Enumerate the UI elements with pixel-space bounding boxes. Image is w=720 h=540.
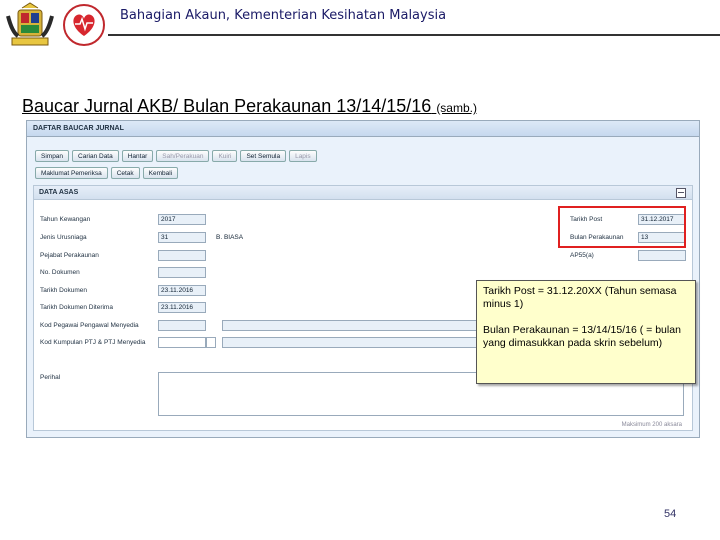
kkm-logo-icon — [63, 4, 105, 46]
kod-pegawai-input[interactable] — [158, 320, 206, 331]
pejabat-perakaunan-label: Pejabat Perakaunan — [40, 252, 99, 259]
pejabat-perakaunan-input[interactable] — [158, 250, 206, 261]
lapis-button[interactable]: Lapis — [289, 150, 317, 162]
ap55-label: AP55(a) — [570, 252, 594, 259]
tahun-kewangan-input[interactable]: 2017 — [158, 214, 206, 225]
app-window: DAFTAR BAUCAR JURNAL Simpan Carian Data … — [26, 120, 700, 438]
kod-pegawai-desc-field — [222, 320, 478, 331]
callout-line-2: Bulan Perakaunan = 13/14/15/16 ( = bulan… — [483, 324, 681, 349]
hantar-button[interactable]: Hantar — [121, 150, 154, 162]
page-number: 54 — [664, 508, 677, 520]
no-dokumen-label: No. Dokumen — [40, 269, 80, 276]
slide-title-main: Baucar Jurnal AKB/ Bulan Perakaunan 13/1… — [22, 96, 432, 116]
kod-kumpulan-desc-field — [222, 337, 478, 348]
section-title: DATA ASAS — [34, 186, 692, 200]
header-divider — [108, 34, 720, 36]
highlight-box — [558, 206, 686, 248]
tarikh-dokumen-label: Tarikh Dokumen — [40, 287, 87, 294]
carian-data-button[interactable]: Carian Data — [72, 150, 119, 162]
toolbar-row-1: Simpan Carian Data Hantar Sah/Perakuan K… — [35, 150, 317, 162]
set-semula-button[interactable]: Set Semula — [240, 150, 287, 162]
callout-note: Tarikh Post = 31.12.20XX (Tahun semasa m… — [476, 280, 696, 384]
kod-kumpulan-input[interactable] — [158, 337, 206, 348]
sah-perakuan-button[interactable]: Sah/Perakuan — [156, 150, 210, 162]
lookup-icon[interactable] — [206, 337, 216, 348]
jenis-urusniaga-label: Jenis Urusniaga — [40, 234, 87, 241]
kod-pegawai-label: Kod Pegawai Pengawal Menyedia — [40, 322, 139, 329]
window-title: DAFTAR BAUCAR JURNAL — [27, 121, 699, 137]
header-title: Bahagian Akaun, Kementerian Kesihatan Ma… — [120, 8, 447, 23]
jenis-urusniaga-input[interactable]: 31 — [158, 232, 206, 243]
tarikh-dokumen-input[interactable]: 23.11.2016 — [158, 285, 206, 296]
simpan-button[interactable]: Simpan — [35, 150, 70, 162]
collapse-icon[interactable] — [676, 188, 686, 198]
perihal-label: Perihal — [40, 374, 61, 381]
tarikh-dokumen-diterima-input[interactable]: 23.11.2016 — [158, 302, 206, 313]
no-dokumen-input[interactable] — [158, 267, 206, 278]
kod-kumpulan-label: Kod Kumpulan PTJ & PTJ Menyedia — [40, 339, 146, 346]
maklumat-pemeriksa-button[interactable]: Maklumat Pemeriksa — [35, 167, 108, 179]
character-counter: Maksimum 200 aksara — [621, 422, 682, 428]
toolbar-row-2: Maklumat Pemeriksa Cetak Kembali — [35, 167, 179, 179]
callout-line-1: Tarikh Post = 31.12.20XX (Tahun semasa m… — [483, 285, 677, 310]
slide-title-suffix: (samb.) — [436, 101, 477, 115]
tahun-kewangan-label: Tahun Kewangan — [40, 216, 91, 223]
kembali-button[interactable]: Kembali — [142, 167, 179, 179]
kuiri-button[interactable]: Kuiri — [212, 150, 238, 162]
cetak-button[interactable]: Cetak — [110, 167, 140, 179]
ap55-input[interactable] — [638, 250, 686, 261]
slide-title: Baucar Jurnal AKB/ Bulan Perakaunan 13/1… — [22, 96, 477, 117]
malaysia-coat-of-arms-icon — [6, 2, 54, 46]
tarikh-dokumen-diterima-label: Tarikh Dokumen Diterima — [40, 304, 113, 311]
jenis-urusniaga-desc: B. BIASA — [216, 234, 244, 241]
